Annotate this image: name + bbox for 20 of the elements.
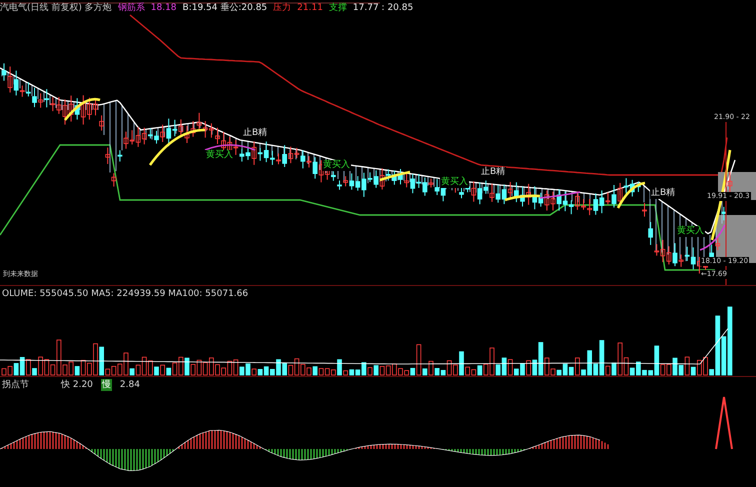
header-text: 汽电气(日线 前复权) 多方炮 (0, 2, 112, 14)
header-text: B:19.54 垂公:20.85 (182, 2, 268, 14)
slow-tag: 慢 (100, 379, 112, 391)
slow-readout: 2.84 (120, 379, 140, 391)
signal-label: 黄买入 (440, 177, 469, 188)
signal-label: 止B精 (650, 188, 676, 199)
fast-readout: 快 2.20 (61, 379, 93, 391)
header-text: 支撑 (328, 2, 347, 14)
header-text: 17.77 : 20.85 (352, 2, 414, 14)
signal-label: 止B精 (242, 128, 268, 139)
oscillator-title: 拐点节 (2, 379, 29, 391)
signal-label: 黄买入 (322, 160, 351, 171)
volume-readout: OLUME: 555045.50 MA5: 224939.59 MA100: 55071.66 (2, 288, 248, 300)
header-text: 钢筋系 (118, 2, 145, 14)
signal-label: 止B精 (480, 167, 506, 178)
signal-label: 黄买入 (676, 226, 705, 237)
signal-label: 黄买入 (205, 150, 234, 161)
header-text: 21.11 (297, 2, 323, 14)
header-text: 18.18 (150, 2, 177, 14)
header-text: 压力 (273, 2, 292, 14)
